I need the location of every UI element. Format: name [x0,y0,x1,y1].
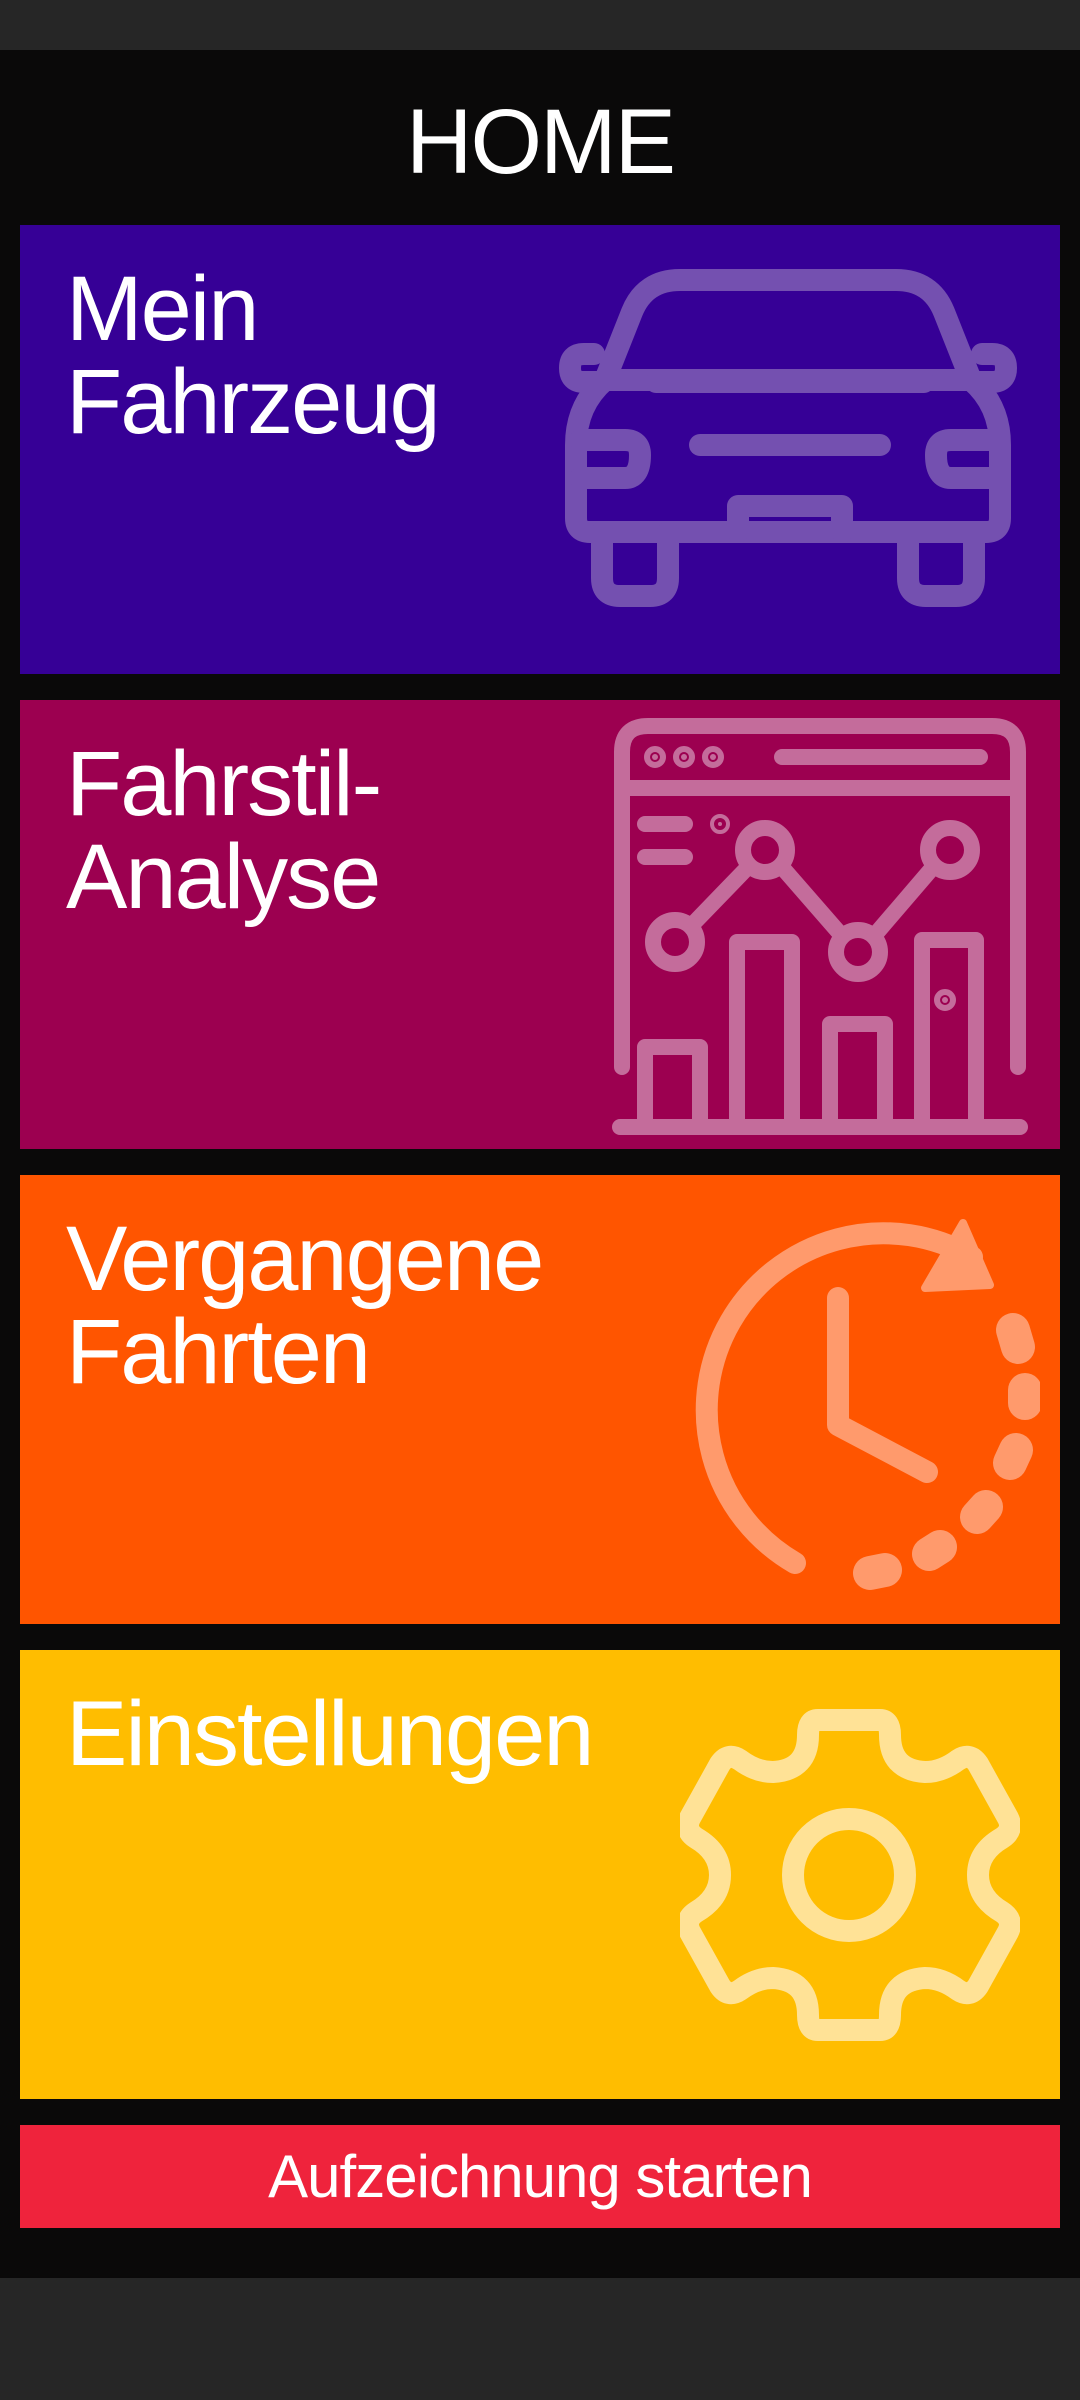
system-status-bar [0,0,1080,50]
gear-icon [680,1700,1020,2050]
history-clock-icon [620,1195,1040,1605]
tile-label: Fahrstil- Analyse [66,733,382,928]
car-icon [540,260,1040,640]
tile-label: Vergangene Fahrten [66,1208,544,1403]
tile-driving-style-analysis[interactable]: Fahrstil- Analyse [20,700,1060,1149]
analytics-chart-icon [600,712,1040,1142]
start-recording-button[interactable]: Aufzeichnung starten [20,2125,1060,2228]
tile-past-trips[interactable]: Vergangene Fahrten [20,1175,1060,1624]
tile-label: Einstellungen [66,1683,594,1785]
tile-label: Mein Fahrzeug [66,258,441,453]
tile-my-vehicle[interactable]: Mein Fahrzeug [20,225,1060,674]
tile-settings[interactable]: Einstellungen [20,1650,1060,2099]
page-title: HOME [406,91,676,193]
system-navigation-bar [0,2278,1080,2400]
